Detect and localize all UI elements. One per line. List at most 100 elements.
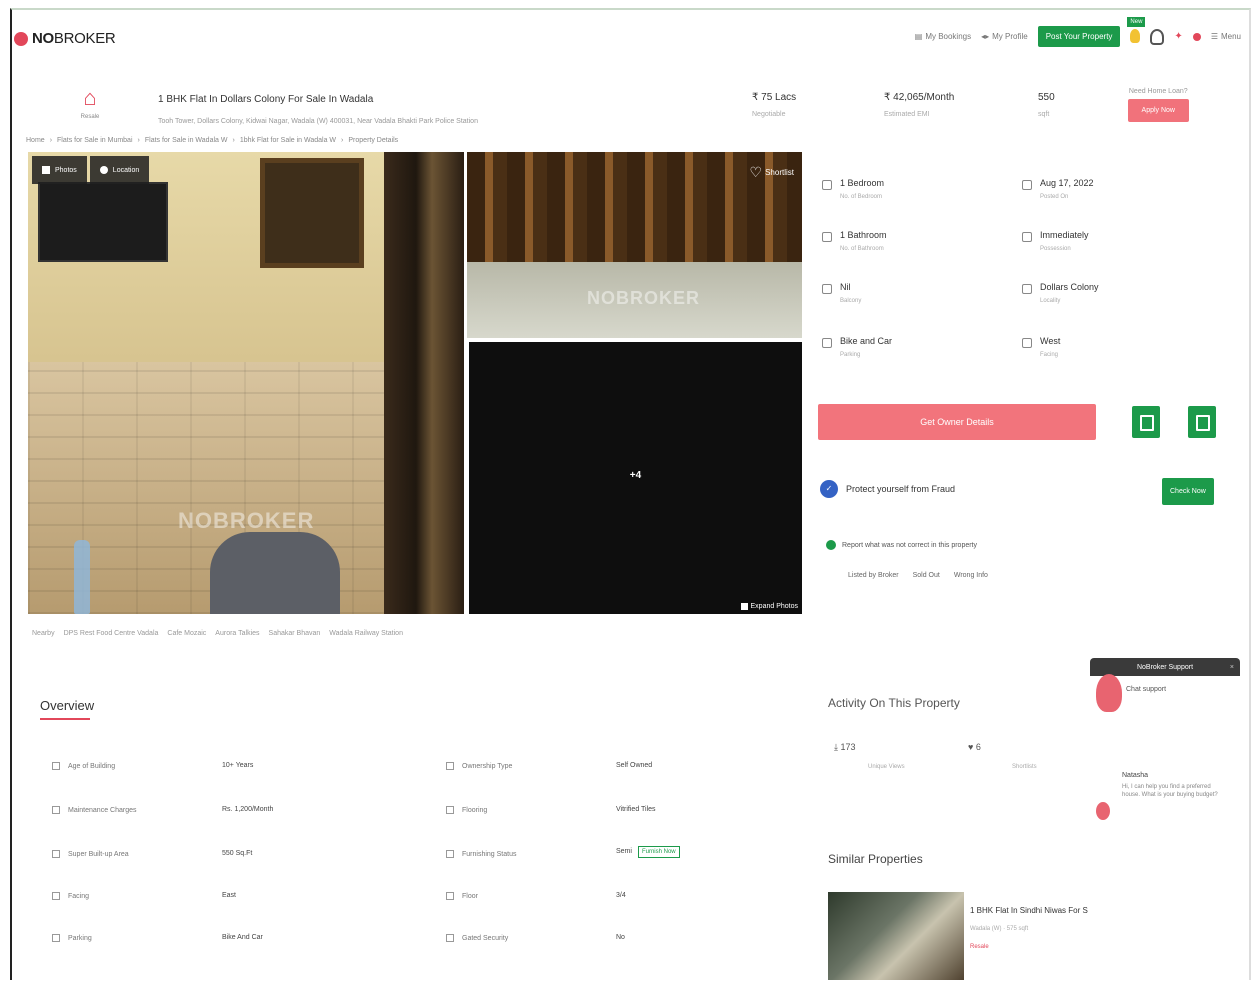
views-caption: Unique Views	[868, 764, 905, 770]
photo-chair	[210, 532, 340, 614]
nearby-item[interactable]: Cafe Mozaic	[167, 630, 206, 637]
breadcrumb-item[interactable]: Flats for Sale in Mumbai	[57, 137, 132, 144]
offers-badge[interactable]: New	[1127, 16, 1146, 45]
sparkle-icon[interactable]: ✦	[1174, 31, 1182, 42]
guard-icon	[446, 934, 454, 942]
overview-label: Floor	[446, 892, 478, 900]
nearby-item[interactable]: Aurora Talkies	[215, 630, 259, 637]
wrench-icon	[52, 806, 60, 814]
notification-icon[interactable]	[1192, 32, 1201, 41]
home-loan-caption: Need Home Loan?	[1128, 88, 1188, 95]
overview-label: Facing	[52, 892, 89, 900]
emi-caption: Estimated EMI	[884, 111, 930, 118]
price-caption: Negotiable	[752, 111, 786, 118]
close-icon[interactable]: ×	[1230, 664, 1234, 671]
overview-label: Parking	[52, 934, 92, 942]
camera-icon	[42, 166, 50, 174]
car-icon	[52, 934, 60, 942]
nearby-places: Nearby DPS Rest Food Centre Vadala Cafe …	[32, 630, 403, 637]
more-photos-tile[interactable]: +4 Expand Photos	[469, 342, 802, 614]
fraud-protection: ✓ Protect yourself from Fraud	[820, 480, 955, 498]
activity-title: Activity On This Property	[828, 696, 960, 710]
image-icon	[740, 603, 748, 610]
report-text: Report what was not correct in this prop…	[842, 541, 978, 549]
report-option[interactable]: Wrong Info	[954, 572, 988, 579]
area-value: 550	[1038, 92, 1055, 103]
home-loan-block: Need Home Loan? Apply Now	[1127, 88, 1189, 122]
chat-owner-button[interactable]	[1188, 406, 1216, 438]
breadcrumb-item[interactable]: Home	[26, 137, 45, 144]
brand-logo[interactable]: NOBROKER	[14, 30, 116, 47]
more-photos-count: +4	[629, 470, 642, 481]
chat-support-label[interactable]: Chat support	[1126, 686, 1166, 693]
main-photo[interactable]: NOBROKER Photos Location	[28, 152, 464, 614]
bed-icon	[822, 180, 832, 190]
overview-value: Vitrified Tiles	[616, 806, 656, 813]
nav-item-profile[interactable]: ◂▸ My Profile	[981, 32, 1028, 41]
price-block: ₹ 75 Lacs Negotiable	[752, 92, 796, 118]
nearby-item[interactable]: Sahakar Bhavan	[269, 630, 321, 637]
fraud-title: Protect yourself from Fraud	[846, 484, 956, 494]
photo-frame	[260, 158, 364, 268]
logo-icon	[14, 31, 28, 46]
overview-label: Super Built-up Area	[52, 850, 129, 858]
report-option[interactable]: Listed by Broker	[848, 572, 899, 579]
schedule-visit-button[interactable]	[1132, 406, 1160, 438]
menu-button[interactable]: ☰ Menu	[1211, 32, 1241, 41]
overview-label: Furnishing Status	[446, 850, 516, 858]
heart-icon: ♡	[749, 164, 763, 180]
location-tab[interactable]: Location	[89, 156, 150, 184]
post-property-button[interactable]: Post Your Property	[1037, 26, 1121, 47]
logo-text: NOBROKER	[32, 30, 116, 47]
photo-tv	[38, 182, 168, 262]
apply-now-button[interactable]: Apply Now	[1127, 99, 1189, 122]
overview-label: Ownership Type	[446, 762, 512, 770]
breadcrumb-item[interactable]: Flats for Sale in Wadala W	[145, 137, 228, 144]
nav-item-bookings[interactable]: ▤ My Bookings	[915, 32, 971, 41]
furnish-now-link[interactable]: Furnish Now	[637, 846, 680, 858]
check-now-button[interactable]: Check Now	[1162, 478, 1214, 505]
secondary-photo[interactable]: NOBROKER ♡ Shortlist	[467, 152, 802, 338]
photo-bottle	[74, 540, 90, 614]
get-owner-details-button[interactable]: Get Owner Details	[818, 404, 1096, 440]
photo-door	[384, 152, 464, 614]
property-address: Tooh Tower, Dollars Colony, Kidwai Nagar…	[158, 118, 478, 125]
overview-value: 10+ Years	[222, 762, 254, 769]
report-icon	[826, 540, 836, 550]
overview-label: Flooring	[446, 806, 487, 814]
user-avatar-icon[interactable]	[1150, 28, 1165, 45]
nav-menu: ▤ My Bookings ◂▸ My Profile Post Your Pr…	[915, 16, 1241, 47]
compass-icon	[1022, 338, 1032, 348]
calendar-icon	[1022, 180, 1032, 190]
chat-agent-name: Natasha	[1122, 772, 1149, 779]
compass-icon	[52, 892, 60, 900]
photos-tab[interactable]: Photos	[32, 156, 87, 184]
nearby-item[interactable]: DPS Rest Food Centre Vadala	[64, 630, 159, 637]
overview-value: No	[616, 934, 625, 941]
car-icon	[822, 338, 832, 348]
property-type-caption: Resale	[80, 114, 100, 120]
gallery-tabs: Photos Location	[32, 156, 150, 184]
sofa-icon	[446, 850, 454, 858]
chat-header[interactable]: NoBroker Support ×	[1090, 658, 1240, 676]
similar-property-title[interactable]: 1 BHK Flat In Sindhi Niwas For S	[970, 906, 1088, 915]
overview-value: Bike And Car	[222, 934, 263, 941]
nearby-item[interactable]: Wadala Railway Station	[329, 630, 403, 637]
similar-property-image[interactable]	[828, 892, 964, 980]
balcony-icon	[822, 284, 832, 294]
report-option[interactable]: Sold Out	[913, 572, 940, 579]
key-icon	[1022, 232, 1032, 242]
photo-watermark: NOBROKER	[587, 288, 701, 308]
location-pin-icon	[99, 166, 108, 174]
overview-underline	[40, 718, 90, 720]
expand-photos-button[interactable]: Expand Photos	[740, 603, 798, 610]
overview-value: Self Owned	[616, 762, 653, 769]
overview-value: 550 Sq.Ft	[222, 850, 253, 857]
photo-watermark: NOBROKER	[178, 508, 315, 533]
shortlist-button[interactable]: ♡ Shortlist	[750, 164, 794, 181]
overview-value: 3/4	[616, 892, 626, 899]
shortlist-count: ♥ 6	[968, 742, 981, 752]
breadcrumb-item[interactable]: 1bhk Flat for Sale in Wadala W	[240, 137, 336, 144]
support-avatar[interactable]	[1096, 674, 1122, 712]
emi-block: ₹ 42,065/Month Estimated EMI	[884, 92, 954, 118]
